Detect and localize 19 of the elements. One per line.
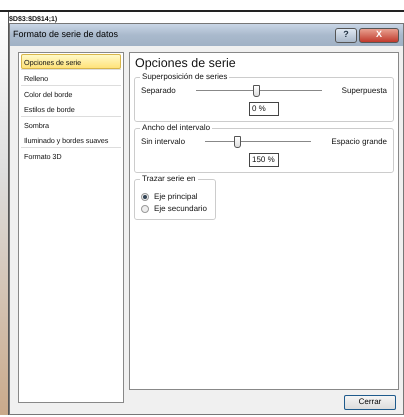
slider-thumb[interactable] — [234, 136, 241, 148]
slider-label: Sin intervalo — [141, 136, 186, 148]
group-legend: Ancho del intervalo — [140, 123, 212, 133]
panel-title: Opciones de serie — [135, 56, 237, 71]
value-field[interactable]: 150 % — [249, 153, 279, 167]
radio-button[interactable] — [141, 204, 149, 212]
radio-button[interactable] — [141, 192, 149, 200]
value-field[interactable]: 0 % — [249, 102, 279, 116]
window-title: Formato de serie de datos — [13, 28, 118, 42]
close-button[interactable]: Cerrar — [344, 394, 396, 410]
radio-label: Eje principal — [154, 190, 198, 202]
slider-label: Espacio grande — [331, 136, 387, 148]
slider-label: Separado — [141, 85, 176, 97]
slider-label: Superpuesta — [342, 85, 387, 97]
radio-label: Eje secundario — [154, 202, 207, 214]
group-legend: Superposición de series — [140, 72, 230, 82]
group-legend: Trazar serie en — [140, 174, 198, 184]
slider-thumb[interactable] — [253, 85, 260, 97]
help-button[interactable]: ? — [335, 28, 357, 42]
